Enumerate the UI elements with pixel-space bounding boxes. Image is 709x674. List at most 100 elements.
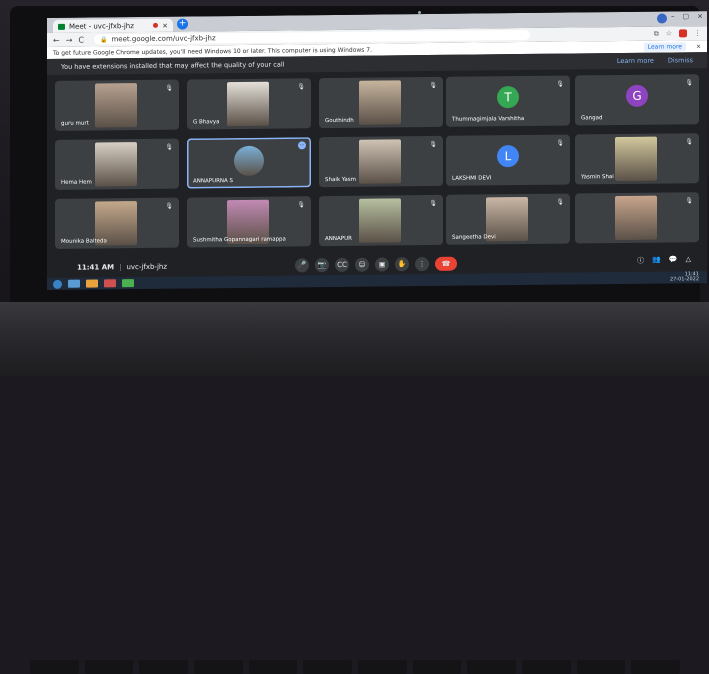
key [303,660,353,674]
participant-name: Yasmin Shai [581,174,614,181]
participant-tile[interactable]: ⋯ ANNAPURNA S [187,137,311,189]
participant-name: Sangeetha Devi [452,234,496,241]
key [358,660,407,674]
meeting-code: uvc-jfxb-jhz [126,262,167,272]
close-window-button[interactable]: × [697,12,703,20]
more-options-button[interactable]: ⋮ [415,256,429,272]
people-icon[interactable]: 👥 [652,256,661,266]
key [522,660,571,674]
profile-icon[interactable] [657,13,667,24]
mic-muted-icon: 🎙 [556,80,564,88]
key [84,660,134,674]
taskbar-explorer-icon[interactable] [68,279,80,288]
tab-title: Meet - uvc-jfxb-jhz [69,21,134,31]
taskbar-media-icon[interactable] [104,279,116,288]
minimize-button[interactable]: – [671,12,675,20]
participant-video [359,80,401,125]
participant-video [227,81,269,127]
reload-button[interactable]: C [78,35,84,44]
participant-video [95,142,137,187]
cast-icon[interactable]: ⧉ [654,29,659,38]
meet-favicon-icon [58,23,65,30]
participant-name: Gouthindh [325,117,354,125]
activities-icon[interactable]: △ [686,255,691,265]
mic-muted-icon: 🎙 [429,81,437,89]
participant-video [359,139,401,184]
mic-muted-icon: 🎙 [685,138,693,146]
taskbar-chrome-icon[interactable] [122,279,134,288]
participant-tile[interactable]: 🎙 G Bhavya [187,78,311,130]
banner-message: You have extensions installed that may a… [61,60,285,71]
raise-hand-button[interactable]: ✋ [395,257,409,272]
participant-name: Hema Hem [61,179,92,186]
end-call-button[interactable]: ☎ [435,256,457,271]
key [412,660,462,674]
extension-icon[interactable] [679,29,687,38]
participant-grid: 🎙 guru murt 🎙 G Bhavya 🎙 Gouthindh T 🎙 Thummagim… [55,74,703,253]
participant-video [95,83,137,128]
mic-muted-icon: 🎙 [297,201,305,209]
mic-muted-icon: 🎙 [165,143,173,151]
url-text: meet.google.com/uvc-jfxb-jhz [111,34,216,44]
participant-tile[interactable]: 🎙 Hema Hem [55,138,179,190]
tab-meet[interactable]: Meet - uvc-jfxb-jhz × [53,18,173,33]
participant-avatar: L [497,145,519,168]
bookmark-star-icon[interactable]: ☆ [666,29,672,37]
participant-video [234,145,264,177]
participant-video [615,136,657,182]
captions-button[interactable]: CC [335,257,349,272]
keyboard-deck [0,302,709,674]
participant-tile[interactable]: 🎙 [575,192,699,244]
participant-avatar: T [497,86,519,109]
participant-tile[interactable]: 🎙 Shaik Yasm [319,135,443,188]
camera-button[interactable]: 📷 [315,258,329,273]
menu-icon[interactable]: ⋮ [694,29,701,37]
participant-tile[interactable]: 🎙 Yasmin Shai [575,133,699,185]
mic-muted-icon: 🎙 [165,202,173,210]
maximize-button[interactable]: ▢ [683,12,690,20]
mic-muted-icon: 🎙 [556,139,564,147]
participant-tile[interactable]: 🎙 Gouthindh [319,76,443,129]
mic-muted-icon: 🎙 [165,84,173,92]
window-controls: – ▢ × [671,12,703,20]
infobar-learn-more-button[interactable]: Learn more [643,41,686,52]
participant-name: ANNAPUR [325,235,352,243]
mic-muted-icon: 🎙 [556,198,564,206]
participant-tile[interactable]: L 🎙 LAKSHMI DEVI [446,134,570,186]
reactions-button[interactable]: ☺ [355,257,369,272]
participant-avatar: G [626,84,648,107]
microphone-button[interactable]: 🎤 [295,258,309,273]
new-tab-button[interactable]: + [177,18,188,30]
info-icon[interactable]: ⓘ [637,256,644,266]
key [467,660,517,674]
participant-tile[interactable]: T 🎙 Thummagimjala Varshitha [446,75,570,127]
participant-tile[interactable]: 🎙 ANNAPUR [319,194,443,247]
start-button-icon[interactable] [53,279,62,289]
participant-name: Shaik Yasm [325,176,357,184]
participant-tile[interactable]: 🎙 guru murt [55,79,179,131]
participant-tile[interactable]: 🎙 Sushmitha Gopannagari ramappa [187,196,311,248]
mic-muted-icon: 🎙 [429,140,437,148]
laptop-screen: Meet - uvc-jfxb-jhz × + – ▢ × ← → C 🔒 me… [47,11,707,290]
participant-name: LAKSHMI DEVI [452,175,492,182]
participant-name: G Bhavya [193,119,220,126]
function-key-row [30,660,681,674]
banner-learn-more-link[interactable]: Learn more [617,57,654,65]
banner-dismiss-button[interactable]: Dismiss [668,56,693,64]
present-button[interactable]: ▣ [375,257,389,272]
tray-date: 27-01-2022 [669,276,699,283]
participant-tile[interactable]: 🎙 Sangeetha Devi [446,193,570,245]
tab-close-icon[interactable]: × [162,21,168,29]
call-buttons: 🎤 📷 CC ☺ ▣ ✋ ⋮ ☎ [295,256,457,273]
forward-button[interactable]: → [66,35,73,44]
participant-tile[interactable]: G 🎙 Gangad [575,74,699,126]
chat-icon[interactable]: 💬 [669,255,678,265]
infobar-close-icon[interactable]: × [696,43,701,50]
back-button[interactable]: ← [53,35,60,44]
participant-name: Gangad [581,115,603,122]
participant-tile[interactable]: 🎙 Mounika Balteda [55,197,179,249]
mic-muted-icon: 🎙 [685,79,693,87]
taskbar-folder-icon[interactable] [86,279,98,288]
recording-dot-icon [153,22,159,28]
infobar-message: To get future Google Chrome updates, you… [53,46,373,57]
